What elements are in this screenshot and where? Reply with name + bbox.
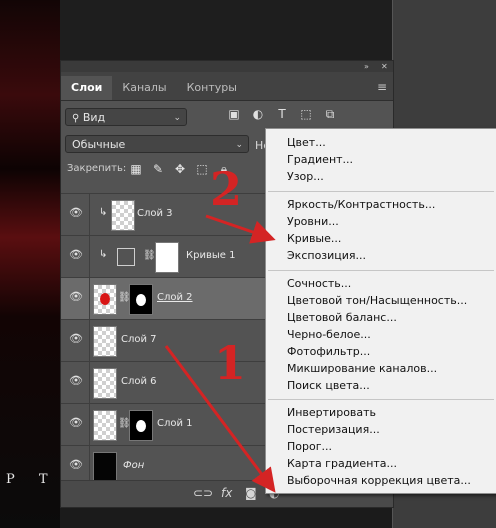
arrow-1 bbox=[164, 345, 276, 493]
arrow-2 bbox=[205, 214, 276, 244]
annotation-arrows bbox=[164, 214, 276, 493]
